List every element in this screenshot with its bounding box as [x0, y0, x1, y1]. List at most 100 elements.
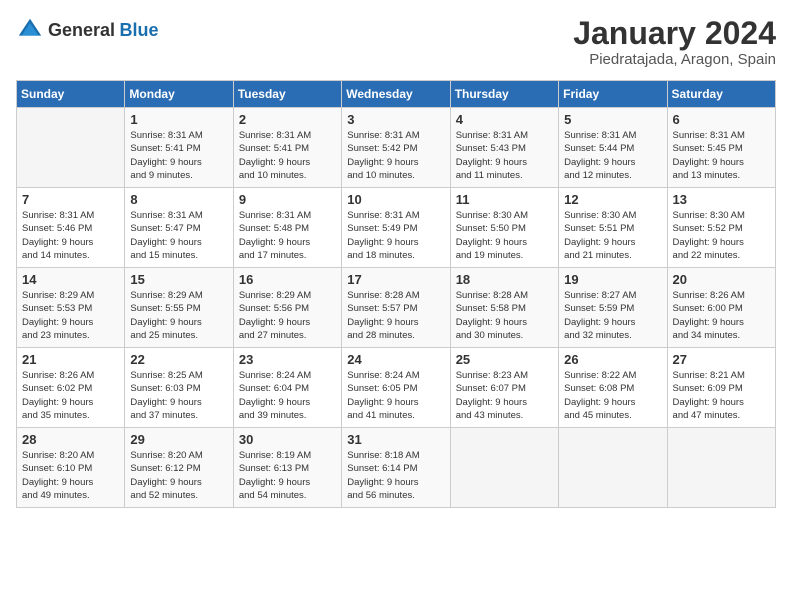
month-title: January 2024: [573, 16, 776, 51]
logo-blue-text: Blue: [120, 20, 159, 40]
day-number: 7: [22, 192, 119, 207]
day-number: 21: [22, 352, 119, 367]
calendar-cell: 19Sunrise: 8:27 AMSunset: 5:59 PMDayligh…: [559, 268, 667, 348]
day-info: Sunrise: 8:24 AMSunset: 6:05 PMDaylight:…: [347, 369, 444, 422]
day-number: 1: [130, 112, 227, 127]
calendar-cell: 28 Sunrise: 8:20 AMSunset: 6:10 PMDayligh…: [17, 428, 125, 508]
day-info: Sunrise: 8:30 AMSunset: 5:52 PMDaylight:…: [673, 209, 770, 262]
calendar-cell: 5 Sunrise: 8:31 AMSunset: 5:44 PMDaylight…: [559, 108, 667, 188]
day-info: Sunrise: 8:31 AMSunset: 5:42 PMDaylight:…: [347, 129, 444, 182]
day-info: Sunrise: 8:31 AMSunset: 5:46 PMDaylight:…: [22, 209, 119, 262]
day-info: Sunrise: 8:29 AMSunset: 5:56 PMDaylight:…: [239, 289, 336, 342]
calendar-cell: 6Sunrise: 8:31 AMSunset: 5:45 PMDaylight…: [667, 108, 775, 188]
calendar-cell: [559, 428, 667, 508]
day-info: Sunrise: 8:20 AMSunset: 6:10 PMDaylight:…: [22, 449, 119, 502]
day-number: 25: [456, 352, 553, 367]
calendar-cell: [450, 428, 558, 508]
day-info: Sunrise: 8:29 AMSunset: 5:53 PMDaylight:…: [22, 289, 119, 342]
day-number: 13: [673, 192, 770, 207]
weekday-header: Sunday: [17, 81, 125, 108]
day-number: 17: [347, 272, 444, 287]
day-info: Sunrise: 8:20 AMSunset: 6:12 PMDaylight:…: [130, 449, 227, 502]
day-number: 2: [239, 112, 336, 127]
calendar-cell: 31 Sunrise: 8:18 AMSunset: 6:14 PMDayligh…: [342, 428, 450, 508]
calendar-cell: 2Sunrise: 8:31 AMSunset: 5:41 PMDaylight…: [233, 108, 341, 188]
day-info: Sunrise: 8:31 AMSunset: 5:47 PMDaylight:…: [130, 209, 227, 262]
day-info: Sunrise: 8:23 AMSunset: 6:07 PMDaylight:…: [456, 369, 553, 422]
calendar-cell: 10 Sunrise: 8:31 AMSunset: 5:49 PMDayligh…: [342, 188, 450, 268]
page-header: General Blue January 2024 Piedratajada, …: [16, 16, 776, 68]
calendar-cell: 1 Sunrise: 8:31 AMSunset: 5:41 PMDaylight…: [125, 108, 233, 188]
day-number: 24: [347, 352, 444, 367]
weekday-header: Tuesday: [233, 81, 341, 108]
day-info: Sunrise: 8:19 AMSunset: 6:13 PMDaylight:…: [239, 449, 336, 502]
calendar-cell: 18 Sunrise: 8:28 AMSunset: 5:58 PMDayligh…: [450, 268, 558, 348]
day-info: Sunrise: 8:30 AMSunset: 5:50 PMDaylight:…: [456, 209, 553, 262]
day-info: Sunrise: 8:30 AMSunset: 5:51 PMDaylight:…: [564, 209, 661, 262]
day-number: 22: [130, 352, 227, 367]
calendar-cell: 3 Sunrise: 8:31 AMSunset: 5:42 PMDaylight…: [342, 108, 450, 188]
weekday-header: Wednesday: [342, 81, 450, 108]
day-info: Sunrise: 8:31 AMSunset: 5:44 PMDaylight:…: [564, 129, 661, 182]
calendar-cell: 12 Sunrise: 8:30 AMSunset: 5:51 PMDayligh…: [559, 188, 667, 268]
calendar-body: 1 Sunrise: 8:31 AMSunset: 5:41 PMDaylight…: [17, 108, 776, 508]
calendar-cell: 24 Sunrise: 8:24 AMSunset: 6:05 PMDayligh…: [342, 348, 450, 428]
logo-icon: [16, 16, 44, 44]
calendar-cell: 4Sunrise: 8:31 AMSunset: 5:43 PMDaylight…: [450, 108, 558, 188]
logo-general-text: General: [48, 20, 115, 40]
day-number: 26: [564, 352, 661, 367]
day-info: Sunrise: 8:31 AMSunset: 5:43 PMDaylight:…: [456, 129, 553, 182]
calendar-cell: 14Sunrise: 8:29 AMSunset: 5:53 PMDayligh…: [17, 268, 125, 348]
calendar-cell: 29 Sunrise: 8:20 AMSunset: 6:12 PMDayligh…: [125, 428, 233, 508]
calendar-cell: 21Sunrise: 8:26 AMSunset: 6:02 PMDayligh…: [17, 348, 125, 428]
calendar-cell: 8 Sunrise: 8:31 AMSunset: 5:47 PMDaylight…: [125, 188, 233, 268]
weekday-header: Thursday: [450, 81, 558, 108]
location-title: Piedratajada, Aragon, Spain: [573, 51, 776, 68]
day-number: 12: [564, 192, 661, 207]
day-info: Sunrise: 8:18 AMSunset: 6:14 PMDaylight:…: [347, 449, 444, 502]
weekday-header: Saturday: [667, 81, 775, 108]
calendar-week-row: 28 Sunrise: 8:20 AMSunset: 6:10 PMDayligh…: [17, 428, 776, 508]
day-number: 5: [564, 112, 661, 127]
day-number: 15: [130, 272, 227, 287]
day-number: 10: [347, 192, 444, 207]
calendar-cell: 22Sunrise: 8:25 AMSunset: 6:03 PMDayligh…: [125, 348, 233, 428]
day-info: Sunrise: 8:24 AMSunset: 6:04 PMDaylight:…: [239, 369, 336, 422]
day-number: 27: [673, 352, 770, 367]
title-block: January 2024 Piedratajada, Aragon, Spain: [573, 16, 776, 68]
calendar-week-row: 1 Sunrise: 8:31 AMSunset: 5:41 PMDaylight…: [17, 108, 776, 188]
day-number: 28: [22, 432, 119, 447]
day-info: Sunrise: 8:31 AMSunset: 5:41 PMDaylight:…: [130, 129, 227, 182]
day-number: 29: [130, 432, 227, 447]
calendar-cell: 9Sunrise: 8:31 AMSunset: 5:48 PMDaylight…: [233, 188, 341, 268]
calendar-cell: 20 Sunrise: 8:26 AMSunset: 6:00 PMDayligh…: [667, 268, 775, 348]
calendar-week-row: 7 Sunrise: 8:31 AMSunset: 5:46 PMDaylight…: [17, 188, 776, 268]
day-number: 16: [239, 272, 336, 287]
day-info: Sunrise: 8:28 AMSunset: 5:58 PMDaylight:…: [456, 289, 553, 342]
calendar-week-row: 21Sunrise: 8:26 AMSunset: 6:02 PMDayligh…: [17, 348, 776, 428]
calendar-cell: 15Sunrise: 8:29 AMSunset: 5:55 PMDayligh…: [125, 268, 233, 348]
day-number: 20: [673, 272, 770, 287]
calendar-cell: 11 Sunrise: 8:30 AMSunset: 5:50 PMDayligh…: [450, 188, 558, 268]
day-info: Sunrise: 8:27 AMSunset: 5:59 PMDaylight:…: [564, 289, 661, 342]
calendar-week-row: 14Sunrise: 8:29 AMSunset: 5:53 PMDayligh…: [17, 268, 776, 348]
calendar-cell: 17Sunrise: 8:28 AMSunset: 5:57 PMDayligh…: [342, 268, 450, 348]
day-number: 18: [456, 272, 553, 287]
calendar-cell: 25 Sunrise: 8:23 AMSunset: 6:07 PMDayligh…: [450, 348, 558, 428]
day-number: 8: [130, 192, 227, 207]
calendar-cell: 27 Sunrise: 8:21 AMSunset: 6:09 PMDayligh…: [667, 348, 775, 428]
day-info: Sunrise: 8:31 AMSunset: 5:45 PMDaylight:…: [673, 129, 770, 182]
day-info: Sunrise: 8:31 AMSunset: 5:49 PMDaylight:…: [347, 209, 444, 262]
day-number: 11: [456, 192, 553, 207]
day-number: 3: [347, 112, 444, 127]
day-number: 31: [347, 432, 444, 447]
day-info: Sunrise: 8:21 AMSunset: 6:09 PMDaylight:…: [673, 369, 770, 422]
weekday-header: Friday: [559, 81, 667, 108]
day-info: Sunrise: 8:26 AMSunset: 6:00 PMDaylight:…: [673, 289, 770, 342]
calendar-cell: 7 Sunrise: 8:31 AMSunset: 5:46 PMDaylight…: [17, 188, 125, 268]
calendar-cell: 30 Sunrise: 8:19 AMSunset: 6:13 PMDayligh…: [233, 428, 341, 508]
day-number: 9: [239, 192, 336, 207]
calendar-header: SundayMondayTuesdayWednesdayThursdayFrid…: [17, 81, 776, 108]
day-number: 30: [239, 432, 336, 447]
logo: General Blue: [16, 16, 159, 44]
